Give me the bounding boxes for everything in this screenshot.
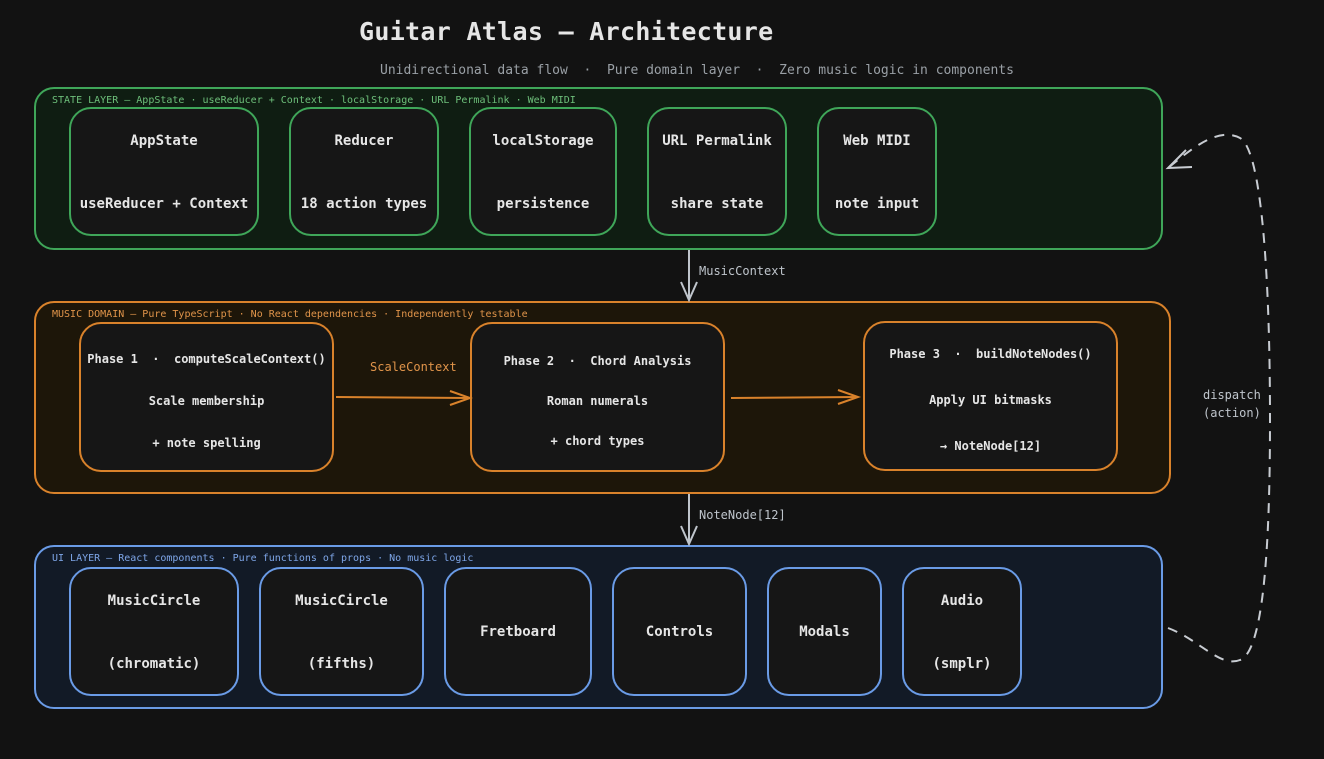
music-context-arrow	[680, 250, 698, 303]
dispatch-label-line2: (action)	[1203, 406, 1261, 420]
note-node-label: NoteNode[12]	[699, 508, 786, 522]
music-context-label: MusicContext	[699, 264, 786, 278]
dispatch-label-line1: dispatch	[1203, 388, 1261, 402]
phase2-to-phase3-arrow	[730, 389, 862, 405]
note-node-arrow	[680, 494, 698, 547]
scale-context-label: ScaleContext	[370, 360, 457, 374]
arrows-layer	[335, 133, 1272, 663]
phase1-to-phase2-arrow	[335, 390, 474, 406]
